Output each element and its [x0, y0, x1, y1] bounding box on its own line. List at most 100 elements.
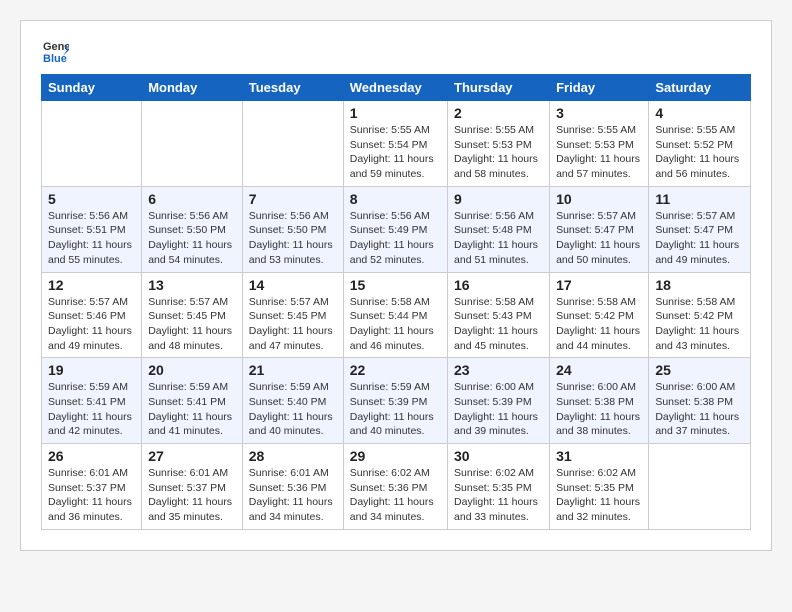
calendar-cell — [42, 101, 142, 187]
day-number: 23 — [454, 362, 543, 378]
day-number: 5 — [48, 191, 135, 207]
calendar-cell: 20 Sunrise: 5:59 AM Sunset: 5:41 PM Dayli… — [142, 358, 243, 444]
day-info: Sunrise: 6:01 AM Sunset: 5:36 PM Dayligh… — [249, 466, 337, 525]
weekday-header-saturday: Saturday — [649, 75, 751, 101]
day-info: Sunrise: 6:02 AM Sunset: 5:35 PM Dayligh… — [556, 466, 642, 525]
day-info: Sunrise: 5:56 AM Sunset: 5:48 PM Dayligh… — [454, 209, 543, 268]
day-info: Sunrise: 5:59 AM Sunset: 5:41 PM Dayligh… — [48, 380, 135, 439]
day-info: Sunrise: 6:02 AM Sunset: 5:35 PM Dayligh… — [454, 466, 543, 525]
calendar-cell — [242, 101, 343, 187]
calendar-cell — [649, 444, 751, 530]
calendar-cell — [142, 101, 243, 187]
day-info: Sunrise: 5:58 AM Sunset: 5:43 PM Dayligh… — [454, 295, 543, 354]
calendar-cell: 31 Sunrise: 6:02 AM Sunset: 5:35 PM Dayli… — [550, 444, 649, 530]
calendar-cell: 15 Sunrise: 5:58 AM Sunset: 5:44 PM Dayli… — [343, 272, 447, 358]
day-info: Sunrise: 5:57 AM Sunset: 5:46 PM Dayligh… — [48, 295, 135, 354]
calendar-cell: 30 Sunrise: 6:02 AM Sunset: 5:35 PM Dayli… — [448, 444, 550, 530]
header: General Blue — [41, 36, 751, 64]
weekday-header-monday: Monday — [142, 75, 243, 101]
day-number: 13 — [148, 277, 236, 293]
day-number: 4 — [655, 105, 744, 121]
day-info: Sunrise: 5:58 AM Sunset: 5:42 PM Dayligh… — [655, 295, 744, 354]
calendar-cell: 1 Sunrise: 5:55 AM Sunset: 5:54 PM Daylig… — [343, 101, 447, 187]
day-info: Sunrise: 5:57 AM Sunset: 5:47 PM Dayligh… — [655, 209, 744, 268]
day-info: Sunrise: 5:57 AM Sunset: 5:47 PM Dayligh… — [556, 209, 642, 268]
logo: General Blue — [41, 36, 69, 64]
calendar-cell: 29Sunrise: 6:02 AM Sunset: 5:36 PM Dayli… — [343, 444, 447, 530]
calendar-cell: 24 Sunrise: 6:00 AM Sunset: 5:38 PM Dayli… — [550, 358, 649, 444]
calendar-cell: 26 Sunrise: 6:01 AM Sunset: 5:37 PM Dayli… — [42, 444, 142, 530]
day-number: 8 — [350, 191, 441, 207]
weekday-header-thursday: Thursday — [448, 75, 550, 101]
day-info: Sunrise: 5:55 AM Sunset: 5:53 PM Dayligh… — [454, 123, 543, 182]
day-number: 29 — [350, 448, 441, 464]
day-info: Sunrise: 6:00 AM Sunset: 5:38 PM Dayligh… — [556, 380, 642, 439]
day-number: 11 — [655, 191, 744, 207]
day-info: Sunrise: 6:01 AM Sunset: 5:37 PM Dayligh… — [148, 466, 236, 525]
calendar-cell: 9Sunrise: 5:56 AM Sunset: 5:48 PM Daylig… — [448, 186, 550, 272]
weekday-header-tuesday: Tuesday — [242, 75, 343, 101]
day-number: 24 — [556, 362, 642, 378]
day-number: 7 — [249, 191, 337, 207]
calendar-cell: 11 Sunrise: 5:57 AM Sunset: 5:47 PM Dayli… — [649, 186, 751, 272]
day-info: Sunrise: 5:57 AM Sunset: 5:45 PM Dayligh… — [249, 295, 337, 354]
day-info: Sunrise: 5:55 AM Sunset: 5:52 PM Dayligh… — [655, 123, 744, 182]
svg-text:Blue: Blue — [43, 53, 67, 64]
day-info: Sunrise: 5:57 AM Sunset: 5:45 PM Dayligh… — [148, 295, 236, 354]
calendar-cell: 5Sunrise: 5:56 AM Sunset: 5:51 PM Daylig… — [42, 186, 142, 272]
day-number: 22 — [350, 362, 441, 378]
day-info: Sunrise: 5:56 AM Sunset: 5:50 PM Dayligh… — [148, 209, 236, 268]
weekday-header-row: SundayMondayTuesdayWednesdayThursdayFrid… — [42, 75, 751, 101]
calendar-cell: 28 Sunrise: 6:01 AM Sunset: 5:36 PM Dayli… — [242, 444, 343, 530]
calendar-table: SundayMondayTuesdayWednesdayThursdayFrid… — [41, 74, 751, 530]
day-number: 1 — [350, 105, 441, 121]
day-info: Sunrise: 5:56 AM Sunset: 5:50 PM Dayligh… — [249, 209, 337, 268]
calendar-cell: 8 Sunrise: 5:56 AM Sunset: 5:49 PM Daylig… — [343, 186, 447, 272]
day-number: 26 — [48, 448, 135, 464]
day-number: 3 — [556, 105, 642, 121]
calendar-cell: 25Sunrise: 6:00 AM Sunset: 5:38 PM Dayli… — [649, 358, 751, 444]
day-number: 17 — [556, 277, 642, 293]
calendar-cell: 27 Sunrise: 6:01 AM Sunset: 5:37 PM Dayli… — [142, 444, 243, 530]
day-info: Sunrise: 5:55 AM Sunset: 5:54 PM Dayligh… — [350, 123, 441, 182]
calendar-cell: 12 Sunrise: 5:57 AM Sunset: 5:46 PM Dayli… — [42, 272, 142, 358]
day-number: 18 — [655, 277, 744, 293]
calendar-cell: 17 Sunrise: 5:58 AM Sunset: 5:42 PM Dayli… — [550, 272, 649, 358]
calendar-cell: 3 Sunrise: 5:55 AM Sunset: 5:53 PM Daylig… — [550, 101, 649, 187]
day-number: 2 — [454, 105, 543, 121]
week-row-2: 5Sunrise: 5:56 AM Sunset: 5:51 PM Daylig… — [42, 186, 751, 272]
calendar-cell: 21 Sunrise: 5:59 AM Sunset: 5:40 PM Dayli… — [242, 358, 343, 444]
calendar-cell: 6 Sunrise: 5:56 AM Sunset: 5:50 PM Daylig… — [142, 186, 243, 272]
day-number: 20 — [148, 362, 236, 378]
day-number: 30 — [454, 448, 543, 464]
day-info: Sunrise: 5:58 AM Sunset: 5:42 PM Dayligh… — [556, 295, 642, 354]
day-number: 25 — [655, 362, 744, 378]
calendar-cell: 22 Sunrise: 5:59 AM Sunset: 5:39 PM Dayli… — [343, 358, 447, 444]
day-number: 28 — [249, 448, 337, 464]
calendar-cell: 2 Sunrise: 5:55 AM Sunset: 5:53 PM Daylig… — [448, 101, 550, 187]
day-info: Sunrise: 6:00 AM Sunset: 5:39 PM Dayligh… — [454, 380, 543, 439]
day-info: Sunrise: 5:59 AM Sunset: 5:39 PM Dayligh… — [350, 380, 441, 439]
day-number: 10 — [556, 191, 642, 207]
day-info: Sunrise: 5:55 AM Sunset: 5:53 PM Dayligh… — [556, 123, 642, 182]
day-info: Sunrise: 5:59 AM Sunset: 5:40 PM Dayligh… — [249, 380, 337, 439]
calendar-cell: 19Sunrise: 5:59 AM Sunset: 5:41 PM Dayli… — [42, 358, 142, 444]
day-info: Sunrise: 5:59 AM Sunset: 5:41 PM Dayligh… — [148, 380, 236, 439]
day-info: Sunrise: 5:56 AM Sunset: 5:49 PM Dayligh… — [350, 209, 441, 268]
day-number: 27 — [148, 448, 236, 464]
calendar-cell: 18 Sunrise: 5:58 AM Sunset: 5:42 PM Dayli… — [649, 272, 751, 358]
day-number: 16 — [454, 277, 543, 293]
week-row-3: 12 Sunrise: 5:57 AM Sunset: 5:46 PM Dayli… — [42, 272, 751, 358]
day-info: Sunrise: 5:58 AM Sunset: 5:44 PM Dayligh… — [350, 295, 441, 354]
week-row-5: 26 Sunrise: 6:01 AM Sunset: 5:37 PM Dayli… — [42, 444, 751, 530]
weekday-header-sunday: Sunday — [42, 75, 142, 101]
logo-icon: General Blue — [41, 36, 69, 64]
day-info: Sunrise: 6:01 AM Sunset: 5:37 PM Dayligh… — [48, 466, 135, 525]
day-number: 12 — [48, 277, 135, 293]
day-number: 21 — [249, 362, 337, 378]
calendar-cell: 14Sunrise: 5:57 AM Sunset: 5:45 PM Dayli… — [242, 272, 343, 358]
day-number: 15 — [350, 277, 441, 293]
day-number: 6 — [148, 191, 236, 207]
calendar-cell: 23 Sunrise: 6:00 AM Sunset: 5:39 PM Dayli… — [448, 358, 550, 444]
day-number: 31 — [556, 448, 642, 464]
